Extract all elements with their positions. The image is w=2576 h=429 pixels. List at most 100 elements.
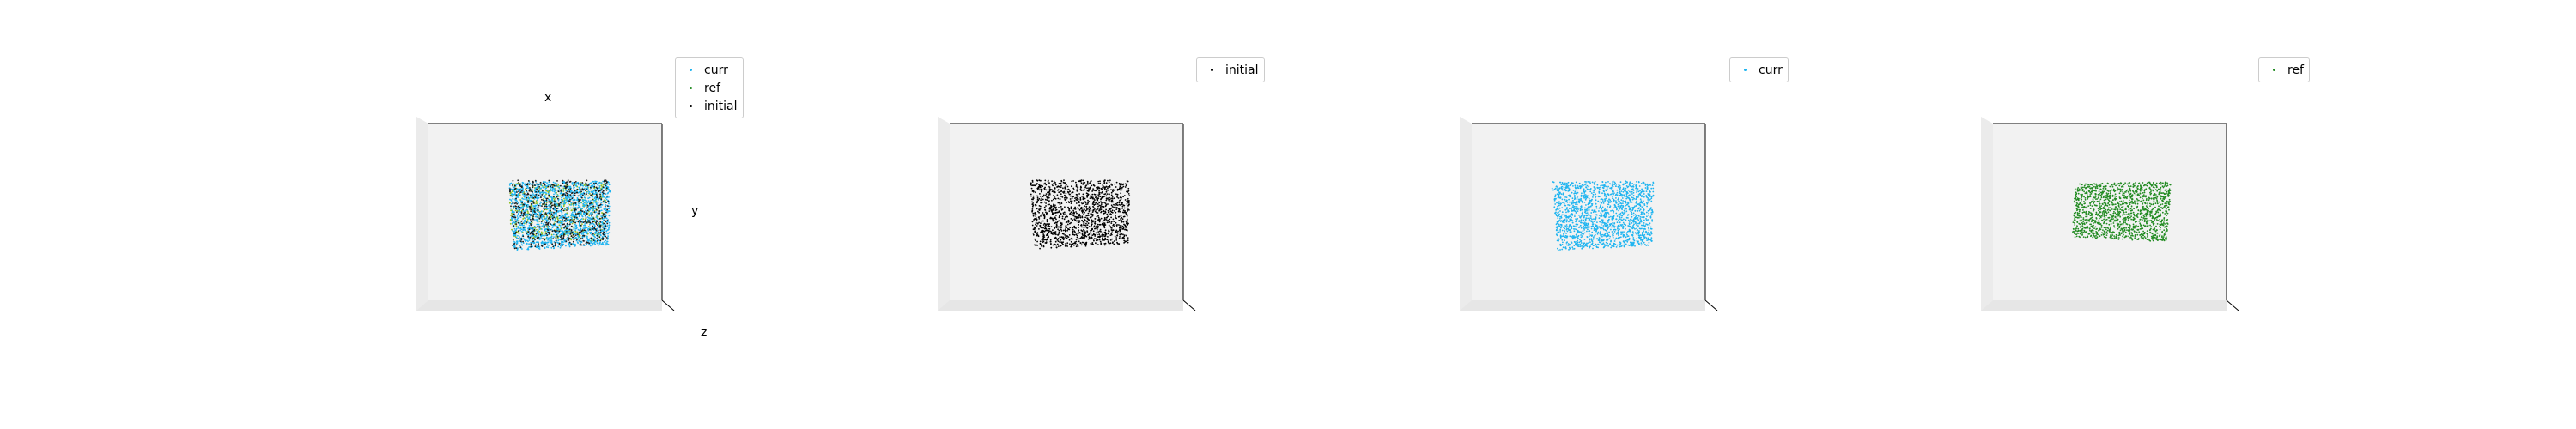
point-initial <box>1095 232 1097 234</box>
point-initial <box>597 239 598 242</box>
point-curr <box>584 222 586 224</box>
point-curr <box>538 241 540 244</box>
point-initial <box>1041 245 1042 247</box>
point-initial <box>1041 190 1042 193</box>
point-curr <box>1618 197 1619 200</box>
point-initial <box>1059 198 1061 200</box>
point-curr <box>1565 182 1568 184</box>
point-initial <box>1097 216 1100 219</box>
point-curr <box>1592 247 1594 250</box>
point-curr <box>583 202 586 204</box>
point-initial <box>526 193 528 196</box>
point-curr <box>566 214 568 215</box>
point-curr <box>595 180 598 183</box>
point-initial <box>1105 233 1108 235</box>
point-initial <box>592 239 595 241</box>
point-initial <box>1042 240 1045 243</box>
point-initial <box>1096 208 1097 211</box>
point-curr <box>1588 230 1590 233</box>
legend-label-ref: ref <box>704 81 720 95</box>
plot-area-initial <box>938 117 1196 311</box>
point-initial <box>588 242 591 245</box>
point-curr <box>546 219 549 221</box>
point-initial <box>1088 206 1091 208</box>
point-initial <box>585 182 587 184</box>
point-initial <box>1121 218 1124 221</box>
point-initial <box>577 233 579 235</box>
point-initial <box>1110 222 1113 224</box>
point-initial <box>527 180 530 182</box>
point-initial <box>533 208 536 210</box>
point-initial <box>1097 205 1099 208</box>
point-initial <box>599 239 602 242</box>
point-initial <box>565 182 567 184</box>
point-curr <box>590 227 592 230</box>
point-initial <box>1119 210 1121 213</box>
point-curr <box>516 215 519 217</box>
point-initial <box>1120 189 1121 191</box>
point-initial <box>1061 215 1064 218</box>
point-initial <box>570 225 573 227</box>
point-initial <box>1054 196 1056 197</box>
point-curr <box>556 228 558 231</box>
point-initial <box>1111 197 1114 200</box>
point-initial <box>1032 202 1035 203</box>
point-initial <box>592 217 595 220</box>
point-curr <box>538 229 539 232</box>
point-initial <box>1036 240 1038 243</box>
point-curr <box>578 188 580 190</box>
point-initial <box>1048 229 1050 232</box>
point-curr <box>598 198 600 201</box>
point-curr <box>1607 206 1608 208</box>
point-initial <box>515 220 517 222</box>
point-initial <box>1090 243 1092 245</box>
point-initial <box>584 190 586 191</box>
pane-floor <box>1460 300 1705 311</box>
point-curr <box>532 205 534 207</box>
point-initial <box>566 192 568 195</box>
point-curr <box>591 215 593 218</box>
point-curr <box>553 190 556 193</box>
point-initial <box>1093 239 1095 242</box>
point-initial <box>1115 237 1118 239</box>
point-initial <box>1092 230 1095 233</box>
point-curr <box>521 188 524 190</box>
point-curr <box>570 213 573 215</box>
point-initial <box>1060 205 1062 208</box>
point-curr <box>547 189 549 191</box>
point-curr <box>547 227 550 229</box>
point-initial <box>552 238 555 239</box>
point-curr <box>557 245 560 248</box>
point-initial <box>559 202 562 204</box>
point-curr <box>1592 236 1595 239</box>
point-initial <box>1095 227 1097 229</box>
point-initial <box>1124 240 1127 243</box>
point-initial <box>539 181 542 184</box>
point-initial <box>1104 218 1106 221</box>
point-curr <box>515 237 518 239</box>
point-initial <box>563 220 565 222</box>
point-initial <box>543 225 545 227</box>
point-initial <box>1081 216 1084 219</box>
point-initial <box>1054 233 1055 235</box>
point-curr <box>544 229 546 231</box>
point-initial <box>522 208 524 211</box>
point-curr <box>606 211 609 214</box>
point-initial <box>1072 180 1074 182</box>
point-initial <box>583 211 586 213</box>
point-initial <box>607 205 609 208</box>
point-curr <box>1613 207 1615 209</box>
point-initial <box>532 184 534 187</box>
point-initial <box>1113 203 1115 206</box>
point-initial <box>532 233 534 235</box>
point-curr <box>605 244 607 245</box>
point-curr <box>516 242 519 245</box>
point-initial <box>605 189 608 191</box>
point-initial <box>1104 205 1107 208</box>
pane-back-wall <box>428 124 662 300</box>
point-initial <box>1069 198 1072 200</box>
point-curr <box>536 231 538 233</box>
point-initial <box>521 222 523 225</box>
point-curr <box>551 215 553 218</box>
point-curr <box>608 188 610 190</box>
